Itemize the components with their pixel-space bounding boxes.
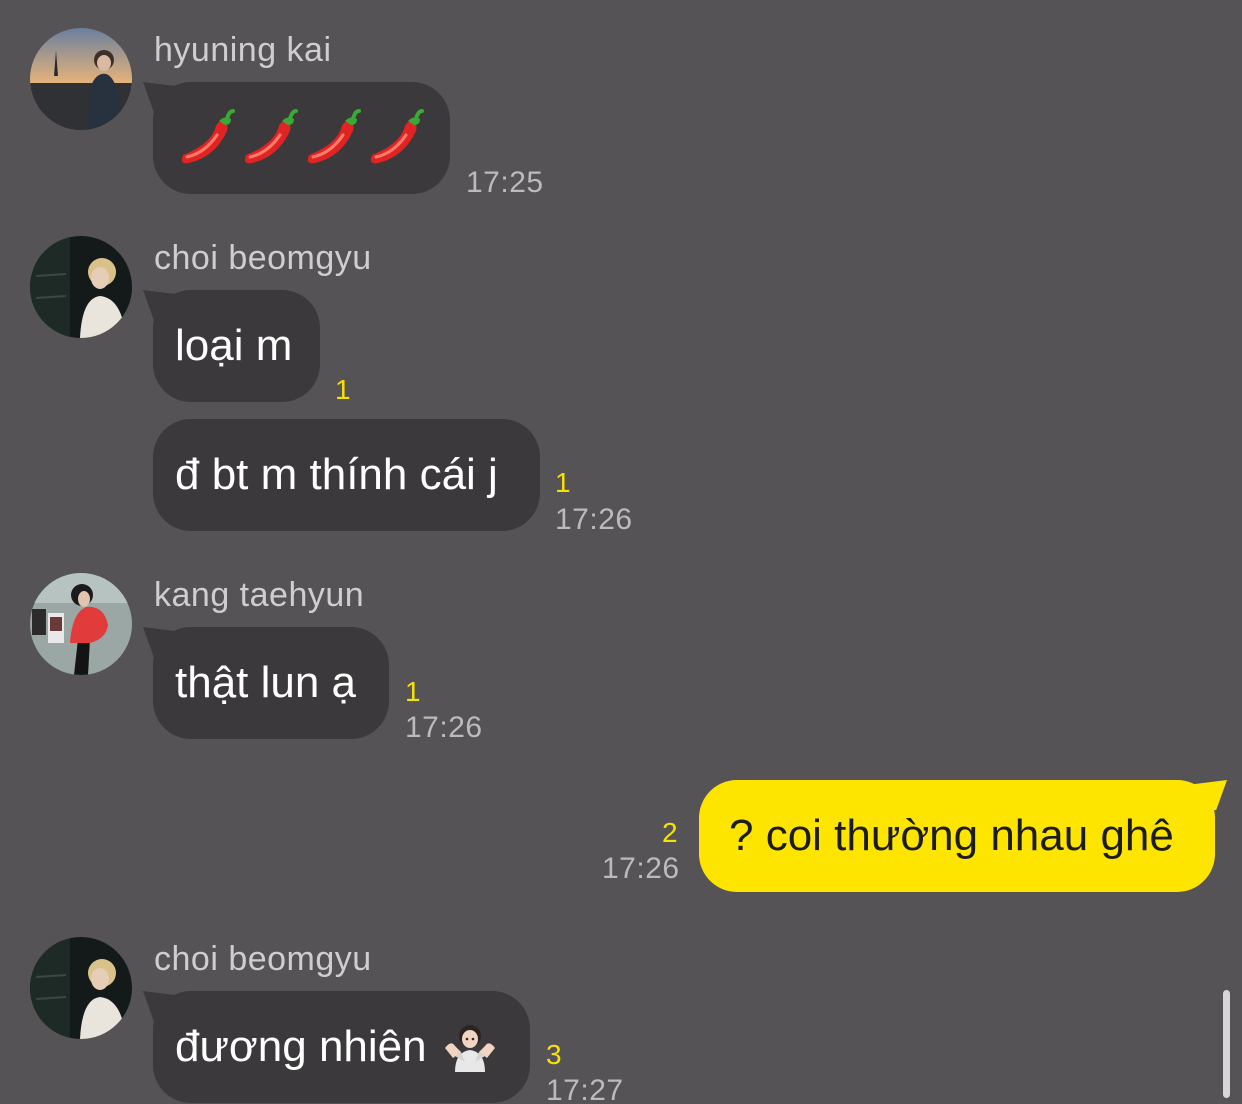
message-bubble[interactable]: đ bt m thính cái j <box>153 419 540 531</box>
message-text: thật lun ạ <box>175 658 357 707</box>
message-time: 17:27 <box>546 1074 624 1104</box>
sender-name: hyuning kai <box>154 31 332 69</box>
unread-count: 3 <box>546 1039 562 1070</box>
unread-count: 1 <box>335 374 351 405</box>
avatar-photo-icon <box>30 937 132 1039</box>
message-time: 17:26 <box>602 852 680 885</box>
unread-count: 2 <box>662 817 678 848</box>
message-text: loại m <box>175 321 293 370</box>
avatar-hyuning-kai[interactable] <box>30 28 132 130</box>
message-text: ? coi thường nhau ghê <box>729 811 1174 860</box>
message-time: 17:25 <box>466 166 544 199</box>
avatar-photo-icon <box>30 236 132 338</box>
unread-count: 1 <box>405 676 421 707</box>
message-bubble[interactable]: loại m <box>153 290 320 402</box>
message-bubble[interactable]: thật lun ạ <box>153 627 389 739</box>
avatar-kang-taehyun[interactable] <box>30 573 132 675</box>
sender-name: choi beomgyu <box>154 239 372 277</box>
message-time: 17:26 <box>405 711 483 744</box>
unread-count: 1 <box>555 467 571 498</box>
chat-room[interactable]: hyuning kai 17:25 choi beomgyu loại m 1 … <box>0 0 1242 1104</box>
scrollbar[interactable] <box>1223 990 1230 1098</box>
avatar-photo-icon <box>30 28 132 130</box>
avatar-choi-beomgyu[interactable] <box>30 937 132 1039</box>
avatar-choi-beomgyu[interactable] <box>30 236 132 338</box>
sender-name: kang taehyun <box>154 576 365 614</box>
sender-name: choi beomgyu <box>154 940 372 978</box>
message-time: 17:26 <box>555 503 633 536</box>
person-shrugging-icon <box>441 1022 499 1072</box>
message-bubble[interactable] <box>153 82 450 194</box>
message-text: đ bt m thính cái j <box>175 450 498 499</box>
avatar-photo-icon <box>30 573 132 675</box>
my-message-bubble[interactable]: ? coi thường nhau ghê <box>699 780 1215 892</box>
chili-pepper-icon <box>175 109 427 167</box>
message-bubble[interactable]: đương nhiên <box>153 991 530 1103</box>
message-text: đương nhiên <box>175 1022 427 1071</box>
